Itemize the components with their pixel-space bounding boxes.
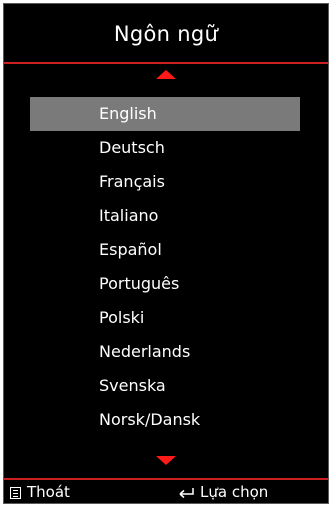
enter-icon <box>179 487 194 498</box>
scroll-down-arrow-icon[interactable] <box>156 456 176 465</box>
title-divider <box>4 62 328 64</box>
scroll-up-arrow-icon[interactable] <box>156 70 176 79</box>
language-item-svenska[interactable]: Svenska <box>30 369 300 403</box>
language-item-espanol[interactable]: Español <box>30 233 300 267</box>
language-item-deutsch[interactable]: Deutsch <box>30 131 300 165</box>
exit-button[interactable]: Thoát <box>10 480 70 503</box>
language-item-portugues[interactable]: Português <box>30 267 300 301</box>
select-label: Lựa chọn <box>200 483 269 501</box>
select-button[interactable]: Lựa chọn <box>177 480 269 503</box>
language-item-francais[interactable]: Français <box>30 165 300 199</box>
language-menu-panel: Ngôn ngữ English Deutsch Français Italia… <box>3 3 329 504</box>
exit-label: Thoát <box>27 483 70 501</box>
language-item-english[interactable]: English <box>30 97 300 131</box>
language-list: English Deutsch Français Italiano Españo… <box>4 97 328 437</box>
language-item-italiano[interactable]: Italiano <box>30 199 300 233</box>
language-item-norsk-dansk[interactable]: Norsk/Dansk <box>30 403 300 437</box>
language-item-nederlands[interactable]: Nederlands <box>30 335 300 369</box>
menu-icon <box>10 486 21 499</box>
footer-bar: Thoát Lựa chọn <box>4 480 328 503</box>
language-item-polski[interactable]: Polski <box>30 301 300 335</box>
menu-title: Ngôn ngữ <box>113 22 219 46</box>
